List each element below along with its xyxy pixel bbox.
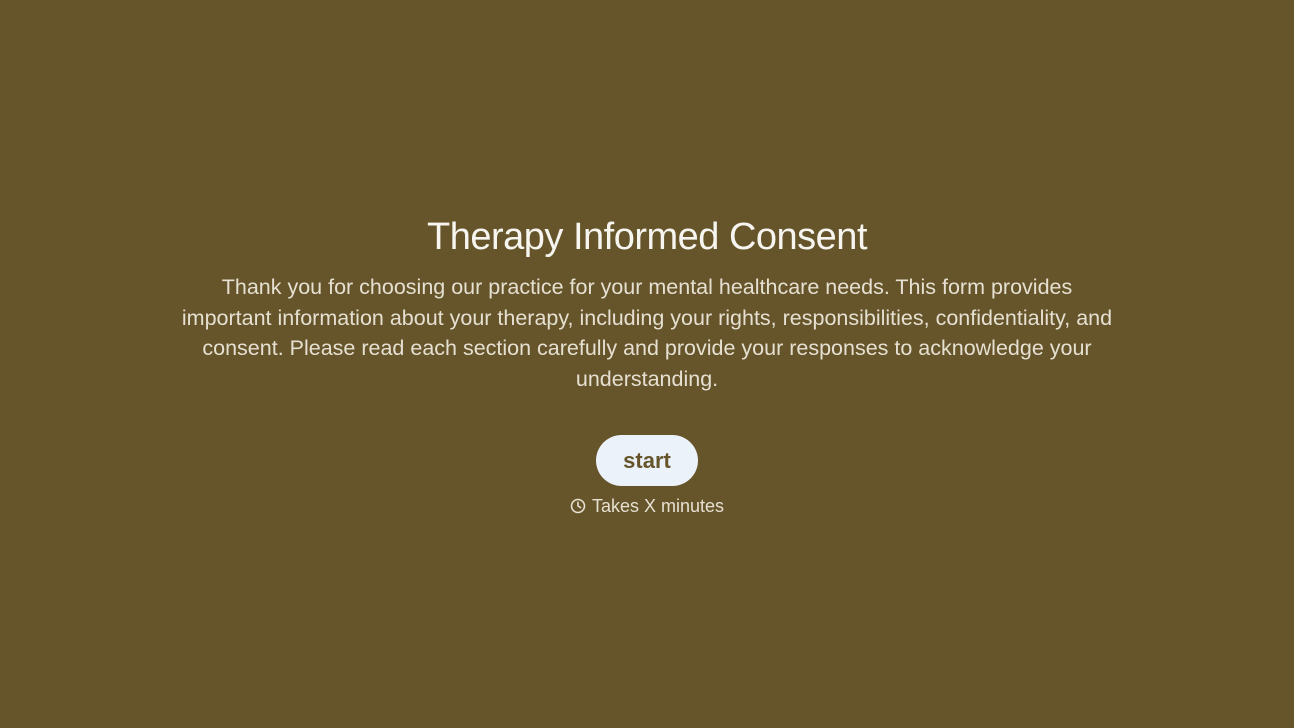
duration-text: Takes X minutes xyxy=(591,495,725,516)
start-button[interactable]: start xyxy=(596,434,698,486)
clock-icon xyxy=(570,498,586,514)
welcome-content: Therapy Informed Consent Thank you for c… xyxy=(0,212,1294,517)
duration-info: Takes X minutes xyxy=(0,496,1294,517)
form-description: Thank you for choosing our practice for … xyxy=(181,275,1113,392)
welcome-screen: Therapy Informed Consent Thank you for c… xyxy=(0,0,1294,728)
form-title: Therapy Informed Consent xyxy=(426,216,868,258)
